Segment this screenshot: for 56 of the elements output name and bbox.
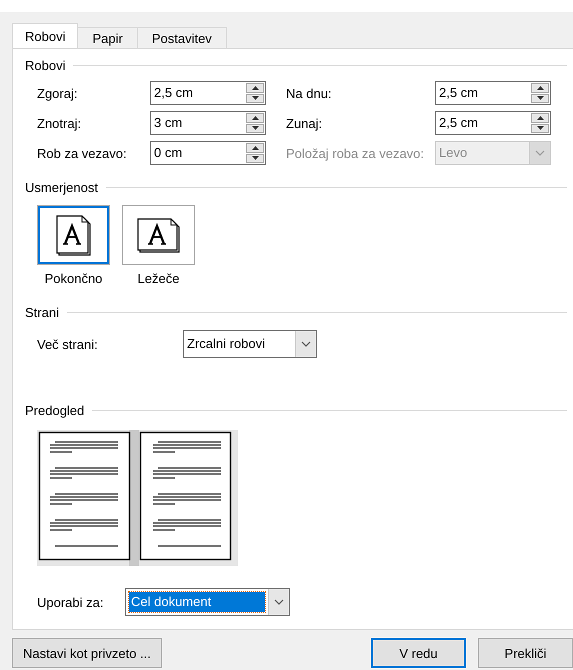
section-title: Predogled	[25, 402, 84, 418]
spin-up-button[interactable]	[246, 83, 264, 92]
spinner-field[interactable]: 2,5 cm	[435, 81, 551, 105]
tab[interactable]: Robovi	[12, 23, 78, 48]
spin-down-button[interactable]	[531, 124, 549, 133]
section-title: Strani	[25, 304, 59, 320]
dialog-button[interactable]: Prekliči	[478, 638, 573, 668]
up-arrow-icon	[252, 146, 258, 150]
field-label: Položaj roba za vezavo:	[285, 146, 426, 160]
field-label: Rob za vezavo:	[37, 146, 128, 160]
dialog-button[interactable]: V redu	[371, 638, 466, 668]
up-arrow-icon	[252, 86, 258, 90]
spin-down-button[interactable]	[246, 124, 264, 133]
field-label: Več strani:	[37, 336, 99, 352]
spin-down-button[interactable]	[531, 94, 549, 103]
dropdown-field[interactable]: Cel dokument	[125, 588, 290, 616]
spin-up-button[interactable]	[531, 113, 549, 122]
down-arrow-icon	[252, 126, 258, 130]
up-arrow-icon	[536, 116, 544, 120]
spinner-field[interactable]: 0 cm	[150, 141, 266, 165]
dropdown-button[interactable]	[295, 331, 316, 357]
up-arrow-icon	[536, 86, 544, 90]
orientation-label: Pokončno	[44, 271, 102, 286]
field-label: Na dnu:	[285, 86, 333, 100]
tab[interactable]: Papir	[77, 27, 138, 48]
down-arrow-icon	[536, 96, 544, 100]
spin-up-button[interactable]	[246, 113, 264, 122]
down-arrow-icon	[252, 156, 258, 160]
section-title: Usmerjenost	[25, 180, 98, 194]
spin-down-button[interactable]	[246, 154, 264, 163]
up-arrow-icon	[252, 116, 258, 120]
field-label: Zgoraj:	[37, 86, 78, 100]
spin-up-button[interactable]	[531, 83, 549, 92]
chevron-down-icon	[535, 150, 545, 156]
field-label: Znotraj:	[37, 116, 82, 130]
spinner-field[interactable]: 2,5 cm	[435, 111, 551, 135]
down-arrow-icon	[536, 126, 544, 130]
field-label: Zunaj:	[285, 116, 324, 130]
spin-down-button[interactable]	[246, 94, 264, 103]
dropdown-field[interactable]: Zrcalni robovi	[183, 330, 317, 358]
landscape-page-icon	[136, 216, 181, 254]
tab[interactable]: Postavitev	[136, 27, 227, 48]
section-title: Robovi	[25, 58, 66, 72]
portrait-page-icon	[55, 214, 92, 256]
spinner-field[interactable]: 3 cm	[150, 111, 266, 135]
down-arrow-icon	[252, 96, 258, 100]
dialog-button[interactable]: Nastavi kot privzeto ...	[12, 638, 162, 668]
spin-up-button[interactable]	[246, 143, 264, 152]
chevron-down-icon	[301, 341, 311, 347]
spinner-field[interactable]: 2,5 cm	[150, 81, 266, 105]
dropdown-button[interactable]	[268, 589, 289, 615]
field-label: Uporabi za:	[37, 594, 104, 610]
orientation-button[interactable]	[37, 205, 110, 265]
orientation-button[interactable]	[122, 205, 195, 265]
orientation-label: Ležeče	[138, 271, 180, 286]
chevron-down-icon	[274, 599, 284, 605]
